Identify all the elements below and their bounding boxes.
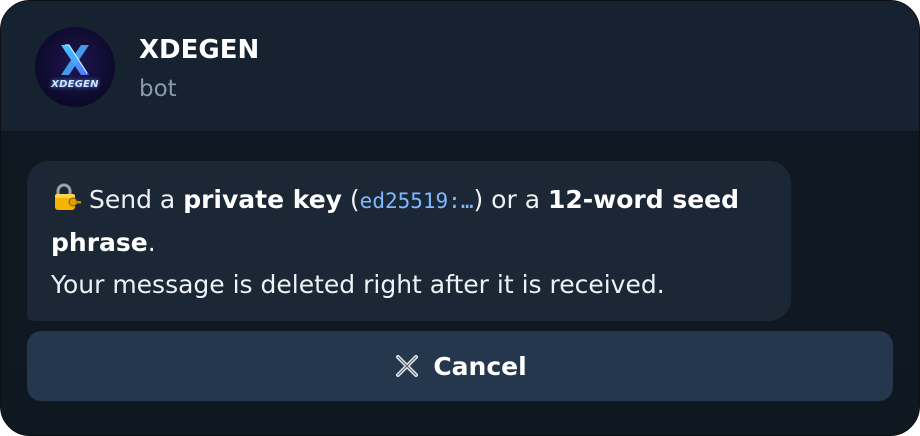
key-format-code: ed25519:…	[359, 189, 474, 213]
message-part2: (	[341, 185, 360, 214]
avatar[interactable]: XDEGEN	[35, 27, 115, 107]
message-part4: .	[147, 228, 156, 257]
message-bubble: Send a private key (ed25519:…) or a 12-w…	[27, 161, 791, 321]
bot-chat-window: XDEGEN XDEGEN bot Send a private key (ed…	[0, 0, 920, 436]
avatar-logo-text: XDEGEN	[51, 79, 99, 90]
cancel-button[interactable]: Cancel	[27, 331, 893, 401]
xdegen-logo-icon	[61, 44, 89, 75]
private-key-text: private key	[183, 185, 342, 214]
cancel-label: Cancel	[433, 351, 527, 381]
cross-mark-icon	[396, 355, 419, 377]
chat-subtitle: bot	[139, 76, 177, 102]
message-part1: Send a	[89, 185, 184, 214]
chat-header: XDEGEN XDEGEN bot	[1, 1, 919, 131]
message-text: Send a private key (ed25519:…) or a 12-w…	[51, 179, 771, 306]
chat-title: XDEGEN	[139, 35, 260, 65]
message-line2: Your message is deleted right after it i…	[51, 270, 665, 299]
message-part3: ) or a	[473, 185, 548, 214]
locked-with-key-icon	[55, 183, 81, 210]
